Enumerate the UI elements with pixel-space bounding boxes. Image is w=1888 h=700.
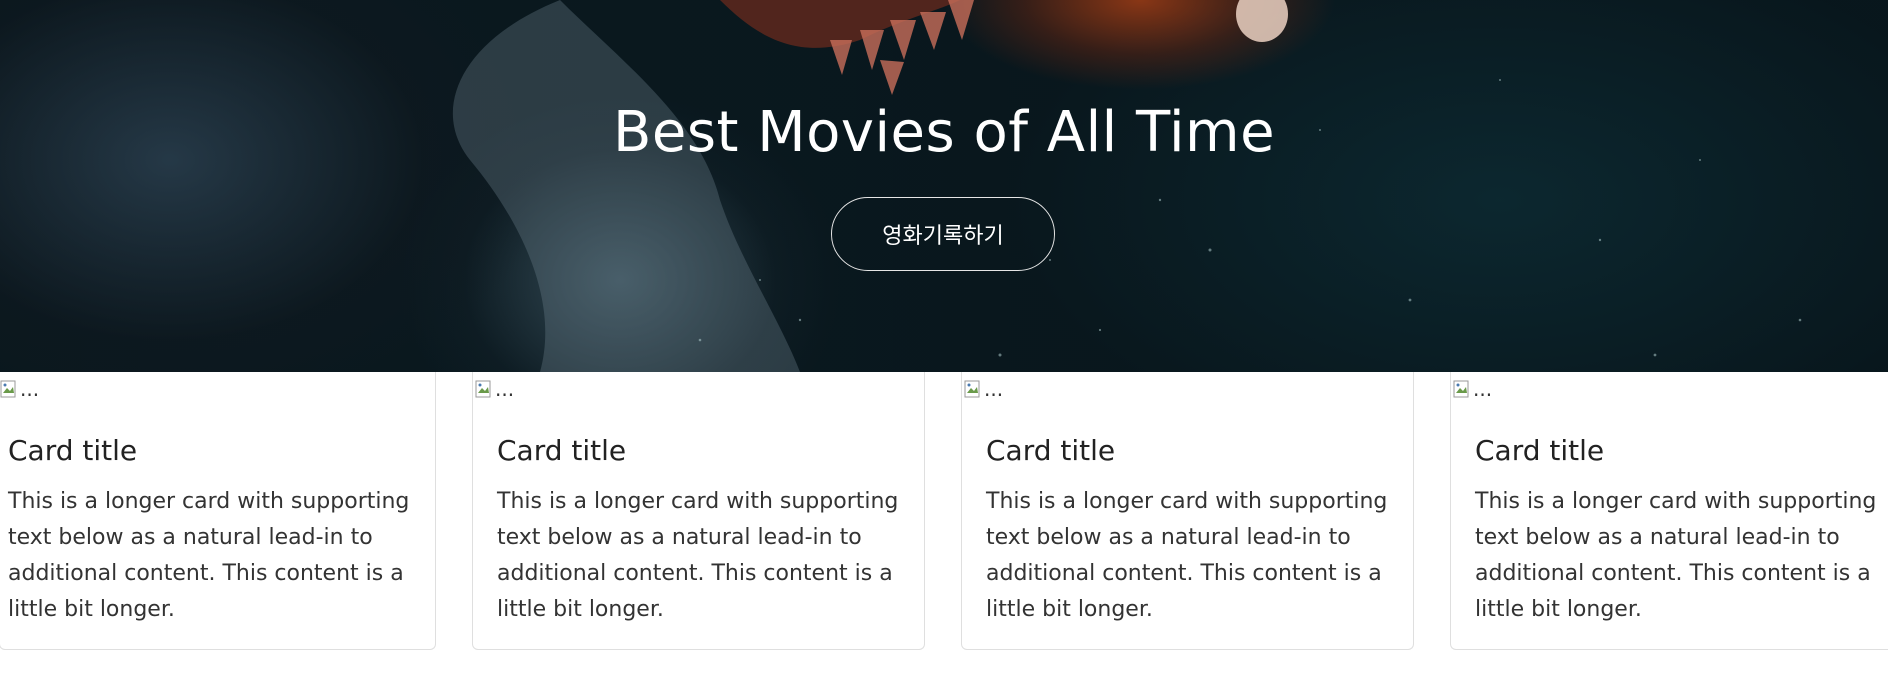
broken-image-icon [0,379,20,401]
card-text: This is a longer card with supporting te… [986,489,1388,622]
broken-image-icon [964,379,984,401]
card-group: ... Card title This is a longer card wit… [0,372,1888,700]
card-image: ... [475,375,514,401]
record-movie-button[interactable]: 영화기록하기 [831,197,1055,271]
card: ... Card title This is a longer card wit… [1450,372,1888,650]
card-image: ... [964,375,1003,401]
card-text: This is a longer card with supporting te… [1475,489,1877,622]
hero-banner: Best Movies of All Time 영화기록하기 [0,0,1888,372]
card-image-alt: ... [495,377,515,401]
hero-title: Best Movies of All Time [612,100,1276,165]
card-title: Card title [1475,434,1605,467]
hero-background-image [452,0,1802,372]
card: ... Card title This is a longer card wit… [0,372,436,650]
card-title: Card title [8,434,138,467]
card-image: ... [1453,375,1492,401]
card-image-alt: ... [20,377,40,401]
card: ... Card title This is a longer card wit… [472,372,925,650]
card: ... Card title This is a longer card wit… [961,372,1414,650]
card-text: This is a longer card with supporting te… [8,489,410,622]
card-text: This is a longer card with supporting te… [497,489,899,622]
broken-image-icon [1453,379,1473,401]
card-image-alt: ... [1473,377,1493,401]
card-title: Card title [497,434,627,467]
card-image-alt: ... [984,377,1004,401]
card-image: ... [0,375,39,401]
broken-image-icon [475,379,495,401]
card-title: Card title [986,434,1116,467]
